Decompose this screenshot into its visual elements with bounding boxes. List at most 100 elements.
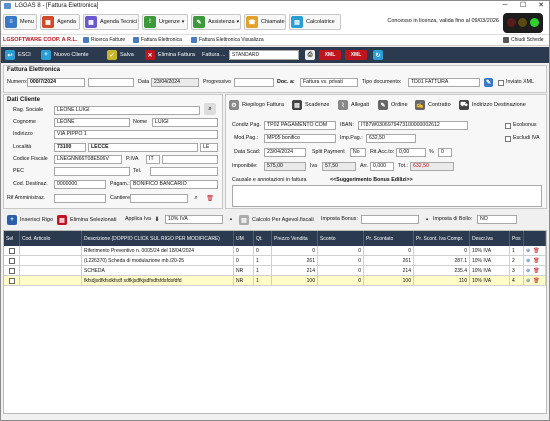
table-row[interactable]: fkfsdjsdfkfsdkfsdf sdfkjsdfkjsdfsdfsfdsf… <box>4 276 546 286</box>
orders-button[interactable]: ✎ Ordine <box>378 99 408 111</box>
surname-field[interactable]: LEONE <box>54 118 130 127</box>
xml-send-button[interactable]: XML <box>345 50 367 60</box>
exclude-vat-checkbox[interactable] <box>505 136 511 142</box>
row-checkbox[interactable] <box>9 247 15 254</box>
admin-field[interactable] <box>54 194 106 203</box>
notes-textarea[interactable] <box>232 185 542 207</box>
schedule-button[interactable]: ▤ Scadenze <box>292 99 329 111</box>
client-search-icon[interactable]: ⌕ <box>204 103 216 115</box>
menu-button[interactable]: ≡ Menu <box>3 14 37 30</box>
address-field[interactable]: VIA PIPPO 1 <box>54 130 218 139</box>
number-suffix-select[interactable] <box>88 78 134 87</box>
trash-icon[interactable]: 🗑 <box>533 258 539 264</box>
doc-type-select[interactable]: TD01 FATTURA <box>408 78 480 87</box>
table-row[interactable]: (L226370) Scheda di modulazione mb./20-2… <box>4 256 546 266</box>
city-field[interactable]: LECCE <box>88 143 198 152</box>
agenda-tecnici-button[interactable]: ▦ Agenda Tecnici <box>83 14 139 30</box>
insert-row-button[interactable]: + Inserisci Rigo <box>7 214 53 226</box>
apply-vat-icon[interactable]: ⬇ <box>151 214 163 225</box>
tel-field[interactable] <box>150 167 218 176</box>
save-button[interactable]: ✓ Salva <box>107 49 134 61</box>
exit-button[interactable]: ↩ ESCI <box>5 49 31 61</box>
search-icon[interactable]: ⌕ <box>190 193 202 204</box>
progressive-field[interactable] <box>234 78 274 87</box>
col-description[interactable]: Descrizione (DOPPIO CLICK SUL RIGO PER M… <box>82 231 234 246</box>
maximize-button[interactable]: ☐ <box>515 1 531 11</box>
table-row[interactable]: Riferimento Preventivo n. 0005/24 del 18… <box>4 246 546 256</box>
country-field[interactable]: IT <box>146 155 160 164</box>
calcolatrice-button[interactable]: ▤ Calcolatrice <box>289 14 341 30</box>
rit-percent-field[interactable]: 0 <box>438 148 452 157</box>
site-field[interactable] <box>130 194 188 203</box>
iban-field[interactable]: IT87W0306979473100000002612 <box>358 121 468 130</box>
bonus-hint-link[interactable]: <<Suggerimento Bonus Edilizi>> <box>330 177 413 183</box>
contracts-button[interactable]: ✍ Contratto <box>415 99 451 111</box>
link-fattura-visualizza[interactable]: Fattura Elettronica Visualizza <box>191 37 264 43</box>
rit-field[interactable]: 0,00 <box>396 148 426 157</box>
add-icon[interactable]: ⊕ <box>526 278 530 284</box>
chiamate-button[interactable]: ☎ Chiamate <box>244 14 286 30</box>
invoice-date-field[interactable]: 23/04/2024 <box>151 78 199 87</box>
piva-field[interactable] <box>162 155 218 164</box>
col-code[interactable]: Cod. Articolo <box>20 231 82 246</box>
refresh-icon[interactable]: ↻ <box>373 50 383 60</box>
invoice-type-select[interactable]: STANDARD <box>229 50 299 60</box>
assistenza-button[interactable]: ✎ Assistenza ▾ <box>191 14 241 30</box>
trash-icon[interactable]: 🗑 <box>533 248 539 254</box>
dest-field[interactable]: 0000000 <box>54 180 106 189</box>
split-select[interactable]: No <box>350 148 366 157</box>
trash-icon[interactable]: 🗑 <box>533 268 539 274</box>
shipping-address-button[interactable]: ⛟ Indirizzo Destinazione <box>459 99 526 111</box>
link-ricerca-fatture[interactable]: Ricerca Fatture <box>83 37 125 43</box>
table-row[interactable]: SCHEDA NR 1 214 0 214 235.4 10% IVA 3 ⊕ 🗑 <box>4 266 546 276</box>
add-icon[interactable]: ⊕ <box>526 268 530 274</box>
due-field[interactable]: 23/04/2024 <box>264 148 306 157</box>
col-vat[interactable]: Descr.Iva <box>470 231 510 246</box>
pay-select[interactable]: BONIFICO BANCARIO <box>130 180 218 189</box>
mode-select[interactable]: MP05 bonifico <box>264 134 336 143</box>
cap-field[interactable]: 73100 <box>54 143 86 152</box>
col-price[interactable]: Prezzo Vendita <box>272 231 318 246</box>
fiscal-calc-button[interactable]: ▤ Calcolo Per Agevol.fiscali <box>239 214 314 226</box>
name-field[interactable]: LUIGI <box>152 118 218 127</box>
col-pos[interactable]: Pos <box>510 231 524 246</box>
edit-icon[interactable]: ✎ <box>484 78 493 87</box>
new-client-button[interactable]: + Nuovo Cliente <box>41 49 89 61</box>
xml-export-button[interactable]: XML <box>319 50 341 60</box>
company-field[interactable]: LEONE LUIGI <box>54 106 200 115</box>
cf-field[interactable]: LNEGNN66T08E506V <box>54 155 122 164</box>
link-fattura-elettronica[interactable]: Fattura Elettronica <box>133 37 182 43</box>
attachments-button[interactable]: ⌇ Allegati <box>338 99 369 111</box>
imp-field[interactable]: 632,50 <box>366 134 416 143</box>
province-field[interactable]: LE <box>200 143 218 152</box>
row-checkbox[interactable] <box>9 277 15 284</box>
trash-icon[interactable]: 🗑 <box>533 278 539 284</box>
stamp-tax-select[interactable]: NO <box>477 215 517 224</box>
col-net[interactable]: Pr. Scontato <box>364 231 414 246</box>
pec-field[interactable] <box>54 167 130 176</box>
col-sel[interactable]: Sel <box>4 231 20 246</box>
close-window-button[interactable]: ✕ <box>533 1 549 11</box>
close-tabs-link[interactable]: Chiudi Schede <box>503 37 544 43</box>
bonus-tax-select[interactable] <box>361 215 419 224</box>
agenda-button[interactable]: ▦ Agenda <box>40 14 80 30</box>
trash-icon[interactable]: 🗑 <box>204 193 216 204</box>
vat-select[interactable]: 10% IVA <box>165 215 223 224</box>
vat-info-icon[interactable]: ▪ <box>225 214 237 225</box>
ecobonus-checkbox[interactable] <box>505 123 511 129</box>
delete-invoice-button[interactable]: ✕ Elimina Fattura <box>145 49 195 61</box>
col-qty[interactable]: Qt. <box>254 231 272 246</box>
col-gross[interactable]: Pr. Scont. Iva Compr. <box>414 231 470 246</box>
row-checkbox[interactable] <box>9 257 15 264</box>
add-icon[interactable]: ⊕ <box>526 258 530 264</box>
invoice-number-field[interactable]: 000/7/2024 <box>27 78 85 87</box>
row-checkbox[interactable] <box>9 267 15 274</box>
delete-selected-button[interactable]: ▤ Elimina Selezionati <box>57 214 116 226</box>
rounding-field[interactable]: 0,000 <box>370 162 394 171</box>
doc-recipient-select[interactable]: Fattura vs. privati <box>300 78 358 87</box>
urgenze-button[interactable]: ! Urgenze ▾ <box>142 14 188 30</box>
add-icon[interactable]: ⊕ <box>526 248 530 254</box>
bonus-info-icon[interactable]: ▪ <box>421 214 433 225</box>
cond-select[interactable]: TP02 PAGAMENTO COM <box>264 121 336 130</box>
print-icon[interactable]: ⎙ <box>305 50 315 60</box>
